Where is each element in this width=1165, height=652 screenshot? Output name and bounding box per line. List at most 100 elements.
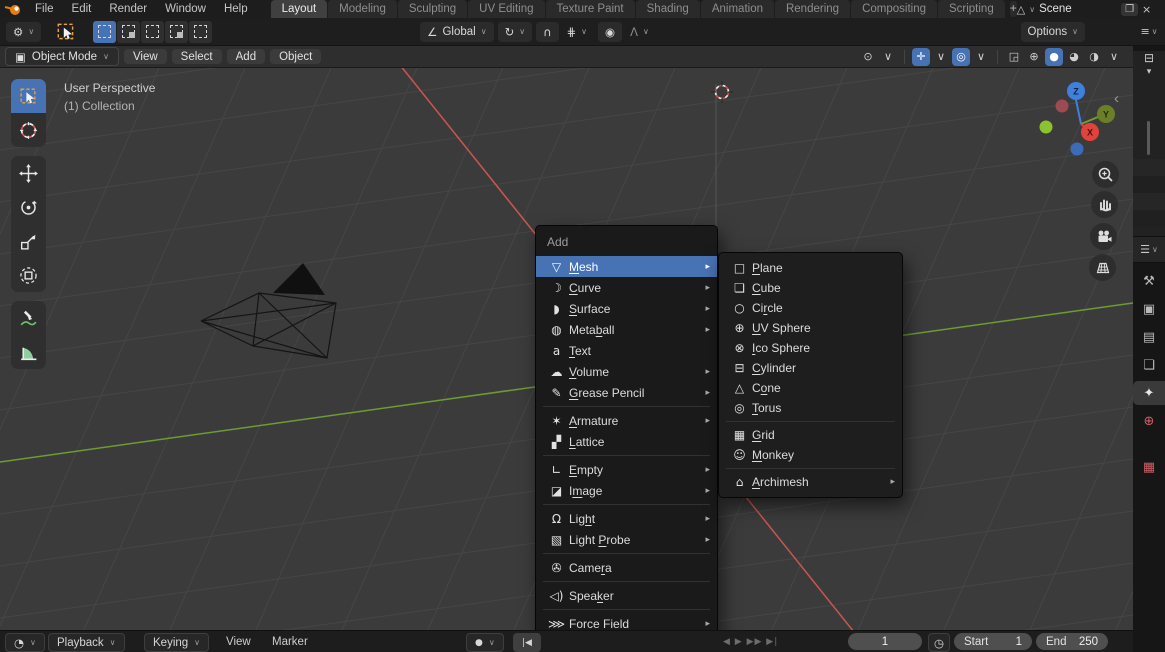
workspace-tab-scripting[interactable]: Scripting [937, 0, 1005, 18]
disclosure-triangle-icon[interactable]: ▾ [1133, 67, 1165, 77]
viewport-menu-select[interactable]: Select [171, 49, 222, 64]
chevron-down-icon[interactable]: ∨ [1152, 27, 1158, 36]
transform-tool[interactable] [11, 258, 46, 292]
output-tab[interactable]: ▤ [1133, 325, 1165, 349]
menu-item-lattice[interactable]: ▞ Lattice [536, 431, 717, 452]
workspace-tab-sculpting[interactable]: Sculpting [397, 0, 468, 18]
xray-toggle-icon[interactable]: ◲ [1005, 48, 1023, 66]
frame-start-field[interactable]: Start 1 [954, 633, 1032, 650]
timeline-menu-keying[interactable]: Keying ∨ [144, 633, 210, 652]
scale-tool[interactable] [11, 224, 46, 258]
gizmo-y-neg-ball[interactable] [1039, 120, 1053, 134]
topbar-menu-file[interactable]: File [26, 3, 63, 15]
menu-item-empty[interactable]: ∟ Empty ▸ [536, 459, 717, 480]
rotate-tool[interactable] [11, 190, 46, 224]
active-tool-preview[interactable] [53, 20, 79, 44]
select-mode-3[interactable] [165, 20, 189, 43]
world-tab[interactable]: ⊕ [1133, 409, 1165, 433]
measure-tool[interactable] [11, 335, 46, 369]
menu-item-ico-sphere[interactable]: ⊗ Ico Sphere [719, 338, 902, 358]
menu-item-light[interactable]: Ω Light ▸ [536, 508, 717, 529]
move-tool[interactable] [11, 156, 46, 190]
menu-item-torus[interactable]: ◎ Torus [719, 398, 902, 418]
menu-item-plane[interactable]: □ Plane [719, 258, 902, 278]
camera-nav-button[interactable] [1090, 223, 1117, 250]
cursor-tool[interactable] [11, 113, 46, 147]
scene-dropdown-chevron-icon[interactable]: ∨ [1029, 5, 1035, 14]
properties-editor-icon[interactable]: ☰ [1140, 243, 1150, 256]
hand-nav-button[interactable] [1091, 191, 1118, 218]
collection-box-icon[interactable]: ⊟ [1133, 51, 1165, 65]
frame-end-field[interactable]: End 250 [1036, 633, 1108, 650]
viewport-menu-object[interactable]: Object [270, 49, 322, 64]
add-workspace-button[interactable]: + [1009, 1, 1017, 17]
options-dropdown[interactable]: Options ∨ [1020, 21, 1085, 42]
outliner-panel[interactable]: ⊟ ▾ [1133, 51, 1165, 237]
use-preview-range-button[interactable]: ◷ [928, 633, 951, 652]
menu-item-light-probe[interactable]: ▧ Light Probe ▸ [536, 529, 717, 550]
menu-item-archimesh[interactable]: ⌂ Archimesh ▸ [719, 472, 902, 492]
unlink-scene-icon[interactable]: × [1142, 3, 1151, 16]
active-tool-selector[interactable]: ⚙ ∨ [6, 21, 42, 42]
gizmos-toggle-icon[interactable]: ✛ [912, 47, 930, 66]
shading-solid-icon[interactable]: ● [1045, 47, 1063, 66]
shading-rendered-icon[interactable]: ◑ [1085, 48, 1103, 66]
menu-item-grease-pencil[interactable]: ✎ Grease Pencil ▸ [536, 382, 717, 403]
visibility-dropdown-icon[interactable]: ⊙ [859, 48, 877, 66]
menu-item-camera[interactable]: ✇ Camera [536, 557, 717, 578]
annotate-tool[interactable] [11, 301, 46, 335]
outliner-row[interactable] [1133, 159, 1165, 176]
grid-nav-button[interactable] [1089, 254, 1116, 281]
workspace-tab-texture-paint[interactable]: Texture Paint [545, 0, 635, 18]
pivot-point-dropdown[interactable]: ↻ ∨ [497, 21, 533, 42]
menu-item-metaball[interactable]: ◍ Metaball ▸ [536, 319, 717, 340]
menu-item-cube[interactable]: ❏ Cube [719, 278, 902, 298]
menu-item-armature[interactable]: ✶ Armature ▸ [536, 410, 717, 431]
workspace-tab-layout[interactable]: Layout [270, 0, 328, 18]
blender-logo-icon[interactable] [0, 0, 26, 18]
workspace-tab-modeling[interactable]: Modeling [328, 0, 397, 18]
timeline-menu-playback[interactable]: Playback ∨ [48, 633, 125, 652]
topbar-menu-edit[interactable]: Edit [63, 3, 101, 15]
menu-item-force-field[interactable]: ⋙ Force Field ▸ [536, 613, 717, 631]
proportional-falloff-dropdown[interactable]: Λ ∨ [623, 22, 656, 42]
select-mode-1[interactable] [117, 20, 141, 43]
menu-item-image[interactable]: ◪ Image ▸ [536, 480, 717, 501]
topbar-menu-help[interactable]: Help [215, 3, 257, 15]
scene-icon[interactable]: △ [1017, 3, 1025, 16]
select-mode-2[interactable] [141, 20, 165, 43]
shading-wireframe-icon[interactable]: ⊕ [1025, 48, 1043, 66]
workspace-tab-rendering[interactable]: Rendering [774, 0, 851, 18]
menu-item-cylinder[interactable]: ⊟ Cylinder [719, 358, 902, 378]
view-layer-tab[interactable]: ❏ [1133, 353, 1165, 377]
outliner-row[interactable] [1133, 176, 1165, 193]
outliner-filter-icon[interactable]: ≡ [1140, 25, 1149, 38]
outliner-scrollbar[interactable] [1147, 121, 1150, 155]
mode-dropdown[interactable]: ▣ Object Mode ∨ [5, 47, 119, 66]
chevron-down-icon[interactable]: ∨ [932, 48, 950, 66]
gizmo-x-neg-ball[interactable] [1055, 99, 1069, 113]
menu-item-volume[interactable]: ☁ Volume ▸ [536, 361, 717, 382]
timeline-editor-selector[interactable]: ◔ ∨ [5, 633, 45, 652]
render-tab[interactable]: ▣ [1133, 297, 1165, 321]
viewport-menu-view[interactable]: View [123, 49, 167, 64]
menu-item-grid[interactable]: ▦ Grid [719, 425, 902, 445]
texture-tab[interactable]: ▦ [1133, 455, 1165, 479]
timeline-menu-view[interactable]: View [226, 633, 251, 650]
current-frame-field[interactable]: 1 [848, 633, 922, 650]
menu-item-speaker[interactable]: ◁) Speaker [536, 585, 717, 606]
select-mode-4[interactable] [189, 20, 213, 43]
topbar-menu-window[interactable]: Window [156, 3, 215, 15]
menu-item-curve[interactable]: ☽ Curve ▸ [536, 277, 717, 298]
viewport-menu-add[interactable]: Add [226, 49, 266, 64]
new-scene-copy-icon[interactable]: ❐ [1121, 2, 1139, 16]
gizmo-z-neg-ball[interactable] [1070, 142, 1084, 156]
viewport-3d[interactable]: User Perspective (1) Collection Z Y X ‹ … [0, 68, 1133, 630]
outliner-row[interactable] [1133, 193, 1165, 210]
menu-item-mesh[interactable]: ▽ Mesh ▸ [536, 256, 717, 277]
region-collapse-chevron-icon[interactable]: ‹ [1114, 90, 1119, 107]
camera-object[interactable] [200, 263, 337, 359]
chevron-down-icon[interactable]: ∨ [1152, 245, 1158, 254]
timeline-menu-marker[interactable]: Marker [272, 633, 308, 650]
scene-tab[interactable]: ✦ [1133, 381, 1165, 405]
